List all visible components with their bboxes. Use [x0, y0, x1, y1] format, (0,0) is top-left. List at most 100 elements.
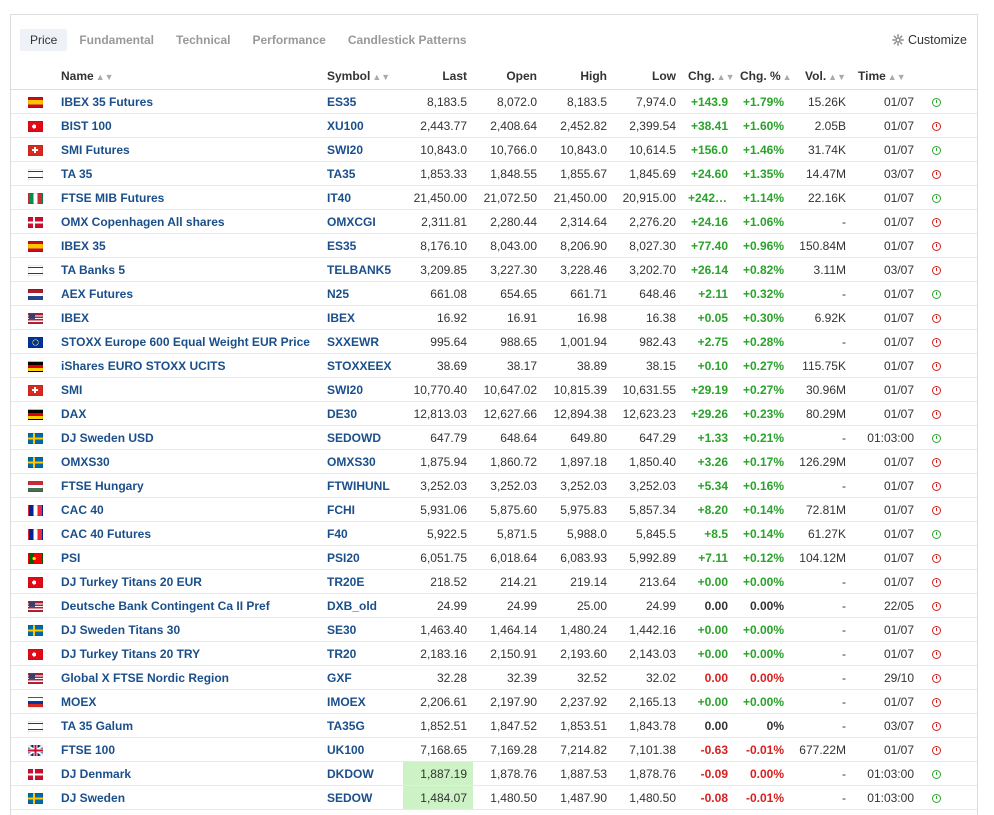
instrument-name-link[interactable]: MOEX: [55, 689, 321, 714]
market-status-cell: [920, 329, 977, 354]
table-row[interactable]: FTSE MIB Futures IT40 21,450.00 21,072.50 21…: [11, 185, 977, 210]
instrument-name-link[interactable]: OMXS30: [55, 449, 321, 474]
instrument-name-link[interactable]: IBEX 35: [55, 233, 321, 258]
market-closed-clock-icon: [932, 697, 941, 707]
table-row[interactable]: TA Banks 5 TELBANK5 3,209.85 3,227.30 3,228.…: [11, 257, 977, 282]
table-row[interactable]: FTSE 100 UK100 7,168.65 7,169.28 7,214.82 7,1…: [11, 737, 977, 762]
tab-candlestick-patterns[interactable]: Candlestick Patterns: [338, 29, 477, 51]
instrument-name-link[interactable]: CAC 40 Futures: [55, 521, 321, 546]
tab-technical[interactable]: Technical: [166, 29, 240, 51]
customize-button[interactable]: Customize: [892, 29, 967, 51]
table-row[interactable]: BIST 100 XU100 2,443.77 2,408.64 2,452.82 2,3…: [11, 113, 977, 138]
instrument-name-link[interactable]: FTSE Hungary: [55, 473, 321, 498]
table-row[interactable]: iShares EURO STOXX UCITS STOXXEEX 38.69 38.…: [11, 353, 977, 378]
table-row[interactable]: SMI Futures SWI20 10,843.0 10,766.0 10,843.0…: [11, 137, 977, 162]
header-time[interactable]: Time ▲▼: [852, 63, 920, 90]
instrument-name-link[interactable]: iShares EURO STOXX UCITS: [55, 353, 321, 378]
instrument-name-link[interactable]: IBEX: [55, 305, 321, 330]
table-row[interactable]: DJ Turkey Titans 20 TRY TR20 2,183.16 2,150…: [11, 641, 977, 666]
vol-cell: 22.16K: [790, 185, 852, 210]
symbol-cell: TELBANK5: [321, 257, 403, 282]
market-status-cell: [920, 713, 977, 738]
table-row[interactable]: TA 35 Galum TA35G 1,852.51 1,847.52 1,853.51…: [11, 713, 977, 738]
symbol-cell: ES35: [321, 233, 403, 258]
instrument-name-link[interactable]: DJ Sweden: [55, 785, 321, 810]
table-row[interactable]: OMX Copenhagen All shares OMXCGI 2,311.81 2…: [11, 209, 977, 234]
table-row[interactable]: PSI PSI20 6,051.75 6,018.64 6,083.93 5,992.89…: [11, 545, 977, 570]
instrument-name-link[interactable]: DAX: [55, 401, 321, 426]
tab-performance[interactable]: Performance: [242, 29, 335, 51]
instrument-name-link[interactable]: DJ Sweden USD: [55, 425, 321, 450]
low-cell: 3,202.70: [613, 257, 682, 282]
low-cell: 1,850.40: [613, 449, 682, 474]
instrument-name-link[interactable]: DJ Turkey Titans 20 EUR: [55, 569, 321, 594]
table-row[interactable]: IBEX 35 ES35 8,176.10 8,043.00 8,206.90 8,027…: [11, 233, 977, 258]
instrument-name-link[interactable]: TA 35 Galum: [55, 713, 321, 738]
vol-cell: 150.84M: [790, 233, 852, 258]
table-row[interactable]: CAC 40 FCHI 5,931.06 5,875.60 5,975.83 5,857.…: [11, 497, 977, 522]
low-cell: 2,399.54: [613, 113, 682, 138]
table-row[interactable]: Global X FTSE Nordic Region GXF 32.28 32.39…: [11, 665, 977, 690]
chgpct-cell: +1.35%: [734, 161, 790, 186]
instrument-name-link[interactable]: Global X FTSE Nordic Region: [55, 665, 321, 690]
instrument-name-link[interactable]: Deutsche Bank Contingent Ca II Pref: [55, 593, 321, 618]
instrument-name-link[interactable]: FTSE 100: [55, 737, 321, 762]
table-row[interactable]: STOXX Europe 600 Equal Weight EUR Price S…: [11, 329, 977, 354]
table-row[interactable]: DJ Sweden Titans 30 SE30 1,463.40 1,464.14 1…: [11, 617, 977, 642]
instrument-name-link[interactable]: DJ Turkey Titans 20 TRY: [55, 641, 321, 666]
instrument-name-link[interactable]: STOXX Europe 600 Equal Weight EUR Price: [55, 329, 321, 354]
high-cell: 1,853.51: [543, 713, 613, 738]
header-chg-pct[interactable]: Chg. % ▲: [734, 63, 792, 90]
table-row[interactable]: IBEX 35 Futures ES35 8,183.5 8,072.0 8,183.5…: [11, 89, 977, 114]
table-row[interactable]: TA 35 TA35 1,853.33 1,848.55 1,855.67 1,845.6…: [11, 161, 977, 186]
table-row[interactable]: SMI SWI20 10,770.40 10,647.02 10,815.39 10,63…: [11, 377, 977, 402]
vol-cell: -: [790, 665, 852, 690]
header-vol[interactable]: Vol. ▲▼: [790, 63, 852, 90]
instrument-name-link[interactable]: TA Banks 5: [55, 257, 321, 282]
table-row[interactable]: AEX Futures N25 661.08 654.65 661.71 648.46 +2…: [11, 281, 977, 306]
instrument-name-link[interactable]: IBEX 35 Futures: [55, 89, 321, 114]
table-row[interactable]: IBEX IBEX 16.92 16.91 16.98 16.38 +0.05 +0.30% 6…: [11, 305, 977, 330]
table-row[interactable]: CAC 40 Futures F40 5,922.5 5,871.5 5,988.0 5,…: [11, 521, 977, 546]
header-chg[interactable]: Chg. ▲▼: [682, 63, 735, 90]
flag-cell: [11, 329, 55, 354]
instrument-name-link[interactable]: PSI: [55, 545, 321, 570]
table-row[interactable]: DAX DE30 12,813.03 12,627.66 12,894.38 12,623…: [11, 401, 977, 426]
table-row[interactable]: DJ Sweden SEDOW 1,484.07 1,480.50 1,487.90 1,…: [11, 785, 977, 810]
last-cell: 32.28: [403, 665, 473, 690]
instrument-name-link[interactable]: BIST 100: [55, 113, 321, 138]
table-row[interactable]: OMXS30 OMXS30 1,875.94 1,860.72 1,897.18 1,85…: [11, 449, 977, 474]
table-row[interactable]: DJ Sweden USD SEDOWD 647.79 648.64 649.80 647…: [11, 425, 977, 450]
tab-price[interactable]: Price: [20, 29, 68, 51]
time-cell: 01:03:00: [852, 785, 920, 810]
instrument-name-link[interactable]: FTSE MIB Futures: [55, 185, 321, 210]
instrument-name-link[interactable]: OMX Copenhagen All shares: [55, 209, 321, 234]
instrument-name-link[interactable]: SMI Futures: [55, 137, 321, 162]
table-row[interactable]: Deutsche Bank Contingent Ca II Pref DXB_o…: [11, 593, 977, 618]
instrument-name-link[interactable]: TA 35: [55, 161, 321, 186]
table-row[interactable]: DJ Turkey Titans 20 EUR TR20E 218.52 214.21…: [11, 569, 977, 594]
header-name[interactable]: Name ▲▼: [55, 63, 321, 90]
instrument-name-link[interactable]: AEX Futures: [55, 281, 321, 306]
table-header: Name ▲▼ Symbol ▲▼ Last Open High Low Chg. ▲…: [11, 63, 977, 90]
last-cell: 10,770.40: [403, 377, 473, 402]
header-symbol[interactable]: Symbol ▲▼: [321, 63, 403, 90]
chgpct-cell: +1.60%: [734, 113, 790, 138]
time-cell: 01/07: [852, 401, 920, 426]
instrument-name-link[interactable]: SMI: [55, 377, 321, 402]
table-row[interactable]: DJ Denmark DKDOW 1,887.19 1,878.76 1,887.53 1…: [11, 761, 977, 786]
symbol-cell: IBEX: [321, 305, 403, 330]
vol-cell: -: [790, 281, 852, 306]
tab-fundamental[interactable]: Fundamental: [69, 29, 164, 51]
symbol-cell: DE30: [321, 401, 403, 426]
open-cell: 21,072.50: [473, 185, 543, 210]
market-open-clock-icon: [932, 97, 941, 107]
table-row[interactable]: FTSE Hungary FTWIHUNL 3,252.03 3,252.03 3,25…: [11, 473, 977, 498]
instrument-name-link[interactable]: DJ Denmark: [55, 761, 321, 786]
chgpct-cell: 0.00%: [734, 593, 790, 618]
symbol-cell: N25: [321, 281, 403, 306]
instrument-name-link[interactable]: DJ Sweden Titans 30: [55, 617, 321, 642]
table-row[interactable]: MOEX IMOEX 2,206.61 2,197.90 2,237.92 2,165.1…: [11, 689, 977, 714]
high-cell: 5,988.0: [543, 521, 613, 546]
instrument-name-link[interactable]: CAC 40: [55, 497, 321, 522]
